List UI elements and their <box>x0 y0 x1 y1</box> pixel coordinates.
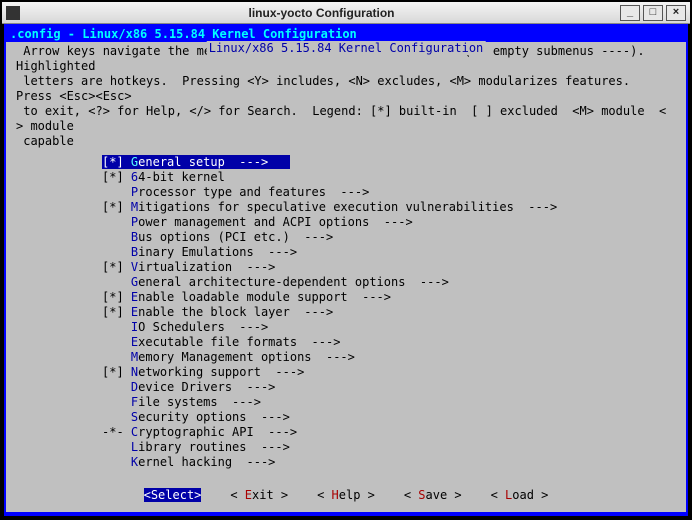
button-bar: <Select> < Exit > < Help > < Save > < Lo… <box>6 488 686 502</box>
menu-item[interactable]: IO Schedulers ---> <box>102 320 676 335</box>
button-help[interactable]: < Help > <box>317 488 375 502</box>
config-path-header: .config - Linux/x86 5.15.84 Kernel Confi… <box>6 26 686 42</box>
main-panel: Linux/x86 5.15.84 Kernel Configuration A… <box>6 42 686 512</box>
menu-item[interactable]: General architecture-dependent options -… <box>102 275 676 290</box>
menu-item[interactable]: [*] Enable the block layer ---> <box>102 305 676 320</box>
menu-item[interactable]: Device Drivers ---> <box>102 380 676 395</box>
menu-list[interactable]: [*] General setup ---> [*] 64-bit kernel… <box>102 155 676 470</box>
window-title: linux-yocto Configuration <box>26 6 617 20</box>
close-button[interactable]: × <box>666 5 686 21</box>
system-menu-icon[interactable] <box>6 6 20 20</box>
menu-item[interactable]: Executable file formats ---> <box>102 335 676 350</box>
menu-item[interactable]: Library routines ---> <box>102 440 676 455</box>
titlebar: linux-yocto Configuration _ □ × <box>2 2 690 24</box>
minimize-button[interactable]: _ <box>620 5 640 21</box>
menu-item[interactable]: Processor type and features ---> <box>102 185 676 200</box>
maximize-button[interactable]: □ <box>643 5 663 21</box>
button-save[interactable]: < Save > <box>404 488 462 502</box>
help-text: Arrow keys navigate the menu. <Enter> se… <box>16 44 676 149</box>
panel-title: Linux/x86 5.15.84 Kernel Configuration <box>207 41 486 55</box>
menu-item[interactable]: [*] Mitigations for speculative executio… <box>102 200 676 215</box>
panel-content: Arrow keys navigate the menu. <Enter> se… <box>6 42 686 470</box>
menu-item[interactable]: [*] 64-bit kernel <box>102 170 676 185</box>
menu-item[interactable]: [*] Enable loadable module support ---> <box>102 290 676 305</box>
terminal-area: .config - Linux/x86 5.15.84 Kernel Confi… <box>2 24 690 518</box>
button-select[interactable]: <Select> <box>144 488 202 502</box>
menu-item[interactable]: Security options ---> <box>102 410 676 425</box>
button-exit[interactable]: < Exit > <box>230 488 288 502</box>
menu-item[interactable]: Kernel hacking ---> <box>102 455 676 470</box>
menu-item[interactable]: Power management and ACPI options ---> <box>102 215 676 230</box>
button-load[interactable]: < Load > <box>491 488 549 502</box>
app-window: linux-yocto Configuration _ □ × .config … <box>0 0 692 520</box>
menu-item[interactable]: File systems ---> <box>102 395 676 410</box>
menu-item[interactable]: [*] General setup ---> <box>102 155 290 170</box>
menu-item[interactable]: Memory Management options ---> <box>102 350 676 365</box>
outer-frame: .config - Linux/x86 5.15.84 Kernel Confi… <box>4 24 688 516</box>
menu-item[interactable]: Bus options (PCI etc.) ---> <box>102 230 676 245</box>
menu-item[interactable]: [*] Networking support ---> <box>102 365 676 380</box>
menu-item[interactable]: -*- Cryptographic API ---> <box>102 425 676 440</box>
menu-item[interactable]: Binary Emulations ---> <box>102 245 676 260</box>
menu-item[interactable]: [*] Virtualization ---> <box>102 260 676 275</box>
